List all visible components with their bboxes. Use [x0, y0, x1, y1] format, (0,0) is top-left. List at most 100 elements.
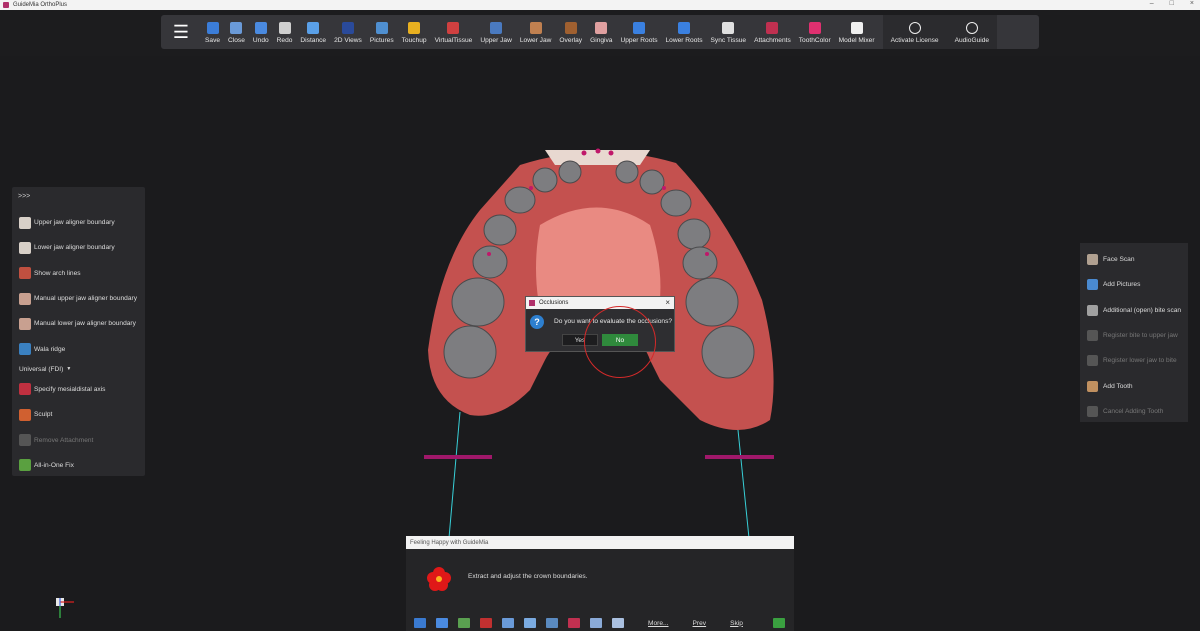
panel-item-label: All-in-One Fix	[34, 461, 74, 469]
toolbar-save-button[interactable]: Save	[201, 15, 224, 49]
flower-icon	[427, 567, 451, 591]
panel-item-label: Upper jaw aligner boundary	[34, 219, 115, 227]
panel-item-label: Face Scan	[1103, 256, 1135, 264]
toolbar-virtualtissue-button[interactable]: VirtualTissue	[431, 15, 477, 49]
panel-item-add-pictures[interactable]: Add Pictures	[1080, 272, 1188, 297]
panel-item-register-bite-to-upper-jaw: Register bite to upper jaw	[1080, 323, 1188, 348]
toolbar-button-label: Lower Jaw	[519, 37, 552, 44]
manual-lower-icon	[19, 317, 31, 330]
list-icon[interactable]	[414, 618, 426, 628]
skip-link[interactable]: Skip	[730, 620, 743, 627]
panel-item-specify-mesialdistal-axis[interactable]: Specify mesialdistal axis	[12, 377, 145, 402]
toolbar-model-mixer-button[interactable]: Model Mixer	[835, 15, 879, 49]
boundary-marker-right	[705, 455, 774, 459]
toolbar-upper-roots-button[interactable]: Upper Roots	[616, 15, 661, 49]
toolbar-button-label: Upper Roots	[620, 37, 658, 44]
arch-guide-line-left	[448, 411, 461, 539]
ruler-icon[interactable]	[480, 618, 492, 628]
toolbar-overlay-button[interactable]: Overlay	[555, 15, 586, 49]
undo-icon	[254, 22, 267, 34]
search-tooth-icon[interactable]	[524, 618, 536, 628]
helper-title: Feeling Happy with GuideMia	[406, 536, 794, 549]
click-highlight-ring	[584, 306, 656, 378]
toolbar-2d-views-button[interactable]: 2D Views	[330, 15, 366, 49]
toolbar-close-button[interactable]: Close	[224, 15, 249, 49]
bank-icon[interactable]	[590, 618, 602, 628]
panel-item-additional-open-bite-scan[interactable]: Additional (open) bite scan	[1080, 298, 1188, 323]
toolbar-activate-license-button[interactable]: Activate License	[883, 15, 947, 49]
sculpt-icon	[19, 408, 31, 421]
panel-item-all-in-one-fix[interactable]: All-in-One Fix	[12, 453, 145, 478]
panel-item-sculpt[interactable]: Sculpt	[12, 402, 145, 427]
panel-item-label: Manual lower jaw aligner boundary	[34, 320, 136, 328]
gingiva-icon	[595, 22, 608, 34]
lower-roots-icon	[678, 22, 691, 34]
toolbar-button-label: Lower Roots	[665, 37, 703, 44]
panel-item-manual-lower-jaw-aligner-boundary[interactable]: Manual lower jaw aligner boundary	[12, 311, 145, 336]
panel-item-face-scan[interactable]: Face Scan	[1080, 247, 1188, 272]
panel-item-manual-upper-jaw-aligner-boundary[interactable]: Manual upper jaw aligner boundary	[12, 286, 145, 311]
toolbar-pictures-button[interactable]: Pictures	[366, 15, 398, 49]
tooth-icon[interactable]	[502, 618, 514, 628]
toolbar-button-label: Redo	[276, 37, 293, 44]
toolbar-redo-button[interactable]: Redo	[273, 15, 297, 49]
tools-icon	[19, 459, 31, 472]
save-icon	[206, 22, 219, 34]
toolbar-touchup-button[interactable]: Touchup	[398, 15, 431, 49]
toolbar-button-label: AudioGuide	[954, 37, 990, 44]
toolbar-upper-jaw-button[interactable]: Upper Jaw	[476, 15, 516, 49]
teeth-icon[interactable]	[612, 618, 624, 628]
tools-icon[interactable]	[458, 618, 470, 628]
toolbar-button-label: Overlay	[559, 37, 583, 44]
panel-item-upper-jaw-aligner-boundary[interactable]: Upper jaw aligner boundary	[12, 210, 145, 235]
panel-item-wala-ridge[interactable]: Wala ridge	[12, 336, 145, 361]
toolbar-button-label: Pictures	[369, 37, 394, 44]
virtual-tissue-icon	[447, 22, 460, 34]
lower-jaw-icon	[529, 22, 542, 34]
toolbar-button-label: Model Mixer	[838, 37, 875, 44]
toolbar-sync-tissue-button[interactable]: Sync Tissue	[707, 15, 751, 49]
window-icon[interactable]	[436, 618, 448, 628]
helper-message: Extract and adjust the crown boundaries.	[468, 573, 588, 580]
monitor-icon[interactable]	[546, 618, 558, 628]
toolbar-button-label: Save	[205, 37, 221, 44]
more-link[interactable]: More...	[648, 620, 669, 627]
panel-item-lower-jaw-aligner-boundary[interactable]: Lower jaw aligner boundary	[12, 235, 145, 260]
finish-icon[interactable]	[772, 618, 785, 628]
toolbar-distance-button[interactable]: Distance	[296, 15, 330, 49]
sync-tissue-icon	[722, 22, 735, 34]
panel-item-add-tooth[interactable]: Add Tooth	[1080, 373, 1188, 398]
toolbar-toothcolor-button[interactable]: ToothColor	[795, 15, 835, 49]
toolbar-button-label: VirtualTissue	[434, 37, 473, 44]
left-tools-panel: >>> Upper jaw aligner boundary Lower jaw …	[12, 187, 145, 476]
prev-link[interactable]: Prev	[693, 620, 707, 627]
toolbar-button-label: Attachments	[754, 37, 791, 44]
toolbar-lower-jaw-button[interactable]: Lower Jaw	[516, 15, 556, 49]
panel-item-show-arch-lines[interactable]: Show arch lines	[12, 261, 145, 286]
panel-item-register-lower-jaw-to-bite: Register lower jaw to bite	[1080, 348, 1188, 373]
tooth-numbering-select[interactable]: Universal (FDI) ▼	[12, 362, 145, 377]
toolbar-button-label: Undo	[252, 37, 269, 44]
toolbar-button-label: Touchup	[401, 37, 427, 44]
helper-toolbar: More... Prev Skip	[406, 615, 794, 631]
panel-item-label: Add Pictures	[1103, 281, 1141, 289]
toolbar-gingiva-button[interactable]: Gingiva	[586, 15, 616, 49]
toolbar-undo-button[interactable]: Undo	[249, 15, 273, 49]
panel-item-label: Specify mesialdistal axis	[34, 385, 106, 393]
hamburger-menu-button[interactable]: ☰	[161, 15, 201, 49]
register-upper-icon	[1087, 330, 1098, 342]
attachment-icon[interactable]	[568, 618, 580, 628]
panel-item-label: Add Tooth	[1103, 382, 1133, 390]
mic-off-icon	[965, 22, 978, 34]
collapse-panel-button[interactable]: >>>	[12, 193, 145, 210]
ruler-icon	[307, 22, 320, 34]
lower-boundary-icon	[19, 241, 31, 254]
toolbar-lower-roots-button[interactable]: Lower Roots	[662, 15, 707, 49]
main-toolbar: ☰ Save Close Undo Redo Distance 2D Views Pictu…	[161, 15, 1039, 49]
dialog-close-button[interactable]: ×	[665, 298, 670, 307]
right-tools-panel: Face Scan Add Pictures Additional (open) b…	[1080, 243, 1188, 422]
panel-item-label: Cancel Adding Tooth	[1103, 407, 1164, 415]
toolbar-audioguide-button[interactable]: AudioGuide	[947, 15, 997, 49]
redo-icon	[278, 22, 291, 34]
toolbar-attachments-button[interactable]: Attachments	[750, 15, 795, 49]
